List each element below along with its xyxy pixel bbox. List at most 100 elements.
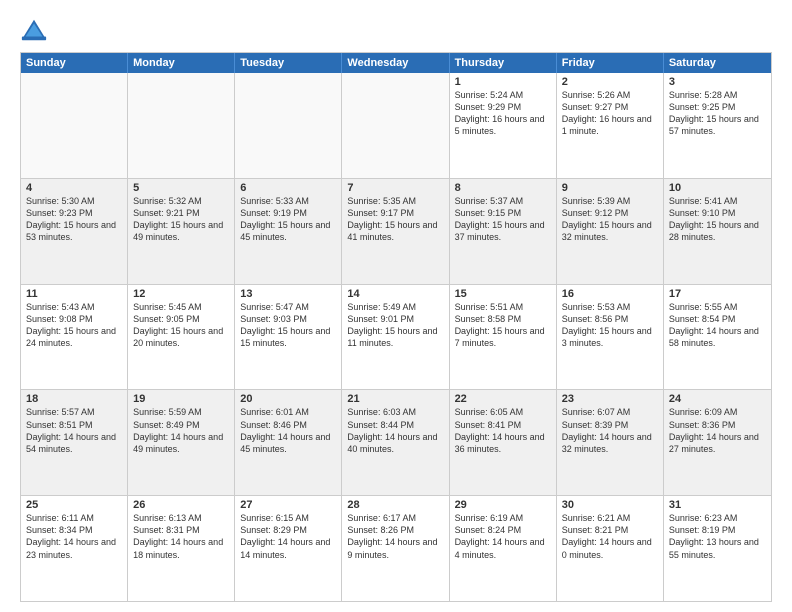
sunset-text: Sunset: 9:23 PM — [26, 207, 122, 219]
sunset-text: Sunset: 8:51 PM — [26, 419, 122, 431]
cal-header-friday: Friday — [557, 53, 664, 73]
calendar-row-3: 11 Sunrise: 5:43 AM Sunset: 9:08 PM Dayl… — [21, 284, 771, 390]
day-number: 31 — [669, 499, 766, 511]
day-number: 8 — [455, 182, 551, 194]
day-number: 24 — [669, 393, 766, 405]
daylight-text: Daylight: 14 hours and 58 minutes. — [669, 325, 766, 349]
calendar-cell: 3 Sunrise: 5:28 AM Sunset: 9:25 PM Dayli… — [664, 73, 771, 178]
calendar-row-2: 4 Sunrise: 5:30 AM Sunset: 9:23 PM Dayli… — [21, 178, 771, 284]
sunset-text: Sunset: 9:15 PM — [455, 207, 551, 219]
sunset-text: Sunset: 8:36 PM — [669, 419, 766, 431]
daylight-text: Daylight: 14 hours and 0 minutes. — [562, 536, 658, 560]
calendar-cell: 20 Sunrise: 6:01 AM Sunset: 8:46 PM Dayl… — [235, 390, 342, 495]
calendar-cell: 10 Sunrise: 5:41 AM Sunset: 9:10 PM Dayl… — [664, 179, 771, 284]
day-number: 28 — [347, 499, 443, 511]
sunset-text: Sunset: 8:21 PM — [562, 524, 658, 536]
day-number: 1 — [455, 76, 551, 88]
daylight-text: Daylight: 15 hours and 20 minutes. — [133, 325, 229, 349]
day-number: 3 — [669, 76, 766, 88]
calendar: SundayMondayTuesdayWednesdayThursdayFrid… — [20, 52, 772, 602]
page: SundayMondayTuesdayWednesdayThursdayFrid… — [0, 0, 792, 612]
cal-header-wednesday: Wednesday — [342, 53, 449, 73]
daylight-text: Daylight: 15 hours and 3 minutes. — [562, 325, 658, 349]
sunset-text: Sunset: 9:05 PM — [133, 313, 229, 325]
calendar-cell: 9 Sunrise: 5:39 AM Sunset: 9:12 PM Dayli… — [557, 179, 664, 284]
sunset-text: Sunset: 8:31 PM — [133, 524, 229, 536]
daylight-text: Daylight: 15 hours and 32 minutes. — [562, 219, 658, 243]
day-number: 21 — [347, 393, 443, 405]
day-number: 30 — [562, 499, 658, 511]
sunrise-text: Sunrise: 5:49 AM — [347, 301, 443, 313]
calendar-cell: 15 Sunrise: 5:51 AM Sunset: 8:58 PM Dayl… — [450, 285, 557, 390]
sunrise-text: Sunrise: 6:07 AM — [562, 406, 658, 418]
cal-header-monday: Monday — [128, 53, 235, 73]
daylight-text: Daylight: 14 hours and 54 minutes. — [26, 431, 122, 455]
day-number: 17 — [669, 288, 766, 300]
calendar-cell: 19 Sunrise: 5:59 AM Sunset: 8:49 PM Dayl… — [128, 390, 235, 495]
calendar-cell: 27 Sunrise: 6:15 AM Sunset: 8:29 PM Dayl… — [235, 496, 342, 601]
day-number: 29 — [455, 499, 551, 511]
calendar-cell: 7 Sunrise: 5:35 AM Sunset: 9:17 PM Dayli… — [342, 179, 449, 284]
calendar-cell: 2 Sunrise: 5:26 AM Sunset: 9:27 PM Dayli… — [557, 73, 664, 178]
sunrise-text: Sunrise: 6:23 AM — [669, 512, 766, 524]
sunset-text: Sunset: 9:21 PM — [133, 207, 229, 219]
calendar-cell: 14 Sunrise: 5:49 AM Sunset: 9:01 PM Dayl… — [342, 285, 449, 390]
sunrise-text: Sunrise: 5:45 AM — [133, 301, 229, 313]
calendar-cell: 30 Sunrise: 6:21 AM Sunset: 8:21 PM Dayl… — [557, 496, 664, 601]
sunrise-text: Sunrise: 5:37 AM — [455, 195, 551, 207]
calendar-cell: 16 Sunrise: 5:53 AM Sunset: 8:56 PM Dayl… — [557, 285, 664, 390]
sunset-text: Sunset: 8:26 PM — [347, 524, 443, 536]
sunset-text: Sunset: 9:17 PM — [347, 207, 443, 219]
day-number: 18 — [26, 393, 122, 405]
sunrise-text: Sunrise: 5:32 AM — [133, 195, 229, 207]
daylight-text: Daylight: 16 hours and 1 minute. — [562, 113, 658, 137]
daylight-text: Daylight: 14 hours and 14 minutes. — [240, 536, 336, 560]
sunrise-text: Sunrise: 6:13 AM — [133, 512, 229, 524]
calendar-row-4: 18 Sunrise: 5:57 AM Sunset: 8:51 PM Dayl… — [21, 389, 771, 495]
calendar-cell: 29 Sunrise: 6:19 AM Sunset: 8:24 PM Dayl… — [450, 496, 557, 601]
daylight-text: Daylight: 15 hours and 24 minutes. — [26, 325, 122, 349]
sunset-text: Sunset: 9:01 PM — [347, 313, 443, 325]
sunrise-text: Sunrise: 5:43 AM — [26, 301, 122, 313]
calendar-cell — [342, 73, 449, 178]
logo-icon — [20, 16, 48, 44]
sunrise-text: Sunrise: 5:53 AM — [562, 301, 658, 313]
daylight-text: Daylight: 15 hours and 45 minutes. — [240, 219, 336, 243]
sunrise-text: Sunrise: 5:55 AM — [669, 301, 766, 313]
calendar-cell: 4 Sunrise: 5:30 AM Sunset: 9:23 PM Dayli… — [21, 179, 128, 284]
sunrise-text: Sunrise: 5:57 AM — [26, 406, 122, 418]
daylight-text: Daylight: 14 hours and 45 minutes. — [240, 431, 336, 455]
sunrise-text: Sunrise: 6:03 AM — [347, 406, 443, 418]
sunrise-text: Sunrise: 6:01 AM — [240, 406, 336, 418]
calendar-cell: 18 Sunrise: 5:57 AM Sunset: 8:51 PM Dayl… — [21, 390, 128, 495]
daylight-text: Daylight: 14 hours and 40 minutes. — [347, 431, 443, 455]
daylight-text: Daylight: 15 hours and 37 minutes. — [455, 219, 551, 243]
day-number: 26 — [133, 499, 229, 511]
calendar-header: SundayMondayTuesdayWednesdayThursdayFrid… — [21, 53, 771, 73]
calendar-cell: 12 Sunrise: 5:45 AM Sunset: 9:05 PM Dayl… — [128, 285, 235, 390]
sunrise-text: Sunrise: 6:11 AM — [26, 512, 122, 524]
calendar-cell: 23 Sunrise: 6:07 AM Sunset: 8:39 PM Dayl… — [557, 390, 664, 495]
calendar-cell: 17 Sunrise: 5:55 AM Sunset: 8:54 PM Dayl… — [664, 285, 771, 390]
cal-header-saturday: Saturday — [664, 53, 771, 73]
day-number: 13 — [240, 288, 336, 300]
sunset-text: Sunset: 8:46 PM — [240, 419, 336, 431]
daylight-text: Daylight: 15 hours and 15 minutes. — [240, 325, 336, 349]
day-number: 14 — [347, 288, 443, 300]
cal-header-sunday: Sunday — [21, 53, 128, 73]
sunrise-text: Sunrise: 5:39 AM — [562, 195, 658, 207]
day-number: 7 — [347, 182, 443, 194]
calendar-cell: 22 Sunrise: 6:05 AM Sunset: 8:41 PM Dayl… — [450, 390, 557, 495]
calendar-cell — [235, 73, 342, 178]
daylight-text: Daylight: 14 hours and 9 minutes. — [347, 536, 443, 560]
day-number: 5 — [133, 182, 229, 194]
daylight-text: Daylight: 15 hours and 41 minutes. — [347, 219, 443, 243]
day-number: 16 — [562, 288, 658, 300]
sunrise-text: Sunrise: 5:28 AM — [669, 89, 766, 101]
daylight-text: Daylight: 14 hours and 27 minutes. — [669, 431, 766, 455]
sunset-text: Sunset: 8:56 PM — [562, 313, 658, 325]
daylight-text: Daylight: 14 hours and 23 minutes. — [26, 536, 122, 560]
calendar-row-5: 25 Sunrise: 6:11 AM Sunset: 8:34 PM Dayl… — [21, 495, 771, 601]
calendar-cell: 31 Sunrise: 6:23 AM Sunset: 8:19 PM Dayl… — [664, 496, 771, 601]
day-number: 10 — [669, 182, 766, 194]
